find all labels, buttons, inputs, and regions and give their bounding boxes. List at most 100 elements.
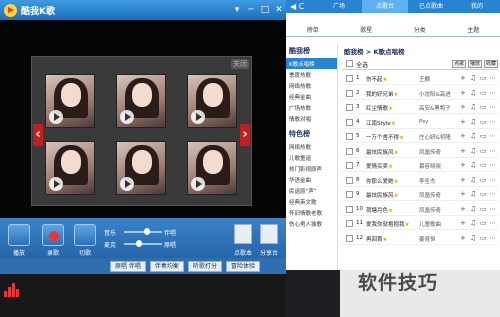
sidebar-item[interactable]: 伤心男人独歌 [286, 218, 337, 229]
add-icon[interactable]: + [460, 74, 466, 82]
headphone-icon[interactable]: ♫ [470, 234, 476, 242]
more-icon[interactable]: ⋯ [489, 132, 496, 140]
add-icon[interactable]: + [460, 132, 466, 140]
tab-song-request[interactable]: 点歌台 [362, 0, 408, 13]
mv-icon[interactable]: ▭ [480, 132, 487, 140]
chevron-right-icon[interactable]: › [240, 124, 250, 146]
mic-volume[interactable]: 麦克 原唱 [104, 240, 200, 249]
row-checkbox[interactable] [346, 234, 353, 242]
add-icon[interactable]: + [460, 234, 466, 242]
table-row[interactable]: 5 一万个舍不得★ 庄心妍&祁隆 + ♫ ▭ ⋯ [342, 130, 498, 143]
mv-icon[interactable]: ▭ [480, 103, 487, 111]
share-button[interactable] [260, 224, 278, 244]
singer-thumbnail[interactable] [187, 74, 237, 128]
more-icon[interactable]: ⋯ [489, 234, 496, 242]
refresh-icon[interactable]: C [299, 2, 305, 11]
song-title[interactable]: 爱我你就抱抱我★ [366, 220, 414, 228]
add-icon[interactable]: + [460, 89, 466, 97]
headphone-icon[interactable]: ♫ [470, 219, 476, 227]
singer-name[interactable]: 李圣杰 [419, 177, 457, 185]
singer-name[interactable]: 庄心妍&祁隆 [419, 133, 457, 141]
experience-button[interactable]: 冒险体验 [225, 260, 260, 272]
song-title[interactable]: 伤不起★ [366, 75, 414, 83]
more-icon[interactable]: ⋯ [489, 103, 496, 111]
more-icon[interactable]: ⋯ [489, 205, 496, 213]
favorite-button[interactable]: 收藏 [484, 60, 498, 68]
subtab-charts[interactable]: 榜单 [286, 25, 340, 36]
sidebar-item[interactable]: 网络热歌 [286, 80, 337, 91]
mic-knob[interactable] [136, 240, 142, 247]
song-title[interactable]: 最炫民族风★ [366, 148, 414, 156]
mv-icon[interactable]: ▭ [480, 219, 487, 227]
mv-icon[interactable]: ▭ [480, 118, 487, 126]
table-row[interactable]: 8 你那么爱她★ 李圣杰 + ♫ ▭ ⋯ [342, 174, 498, 187]
record-button[interactable] [42, 224, 64, 246]
mv-icon[interactable]: ▭ [480, 161, 487, 169]
sidebar-item[interactable]: 季度热歌 [286, 69, 337, 80]
row-checkbox[interactable] [346, 118, 353, 126]
singer-name[interactable]: 慕容晓晓 [419, 162, 457, 170]
sidebar-item[interactable]: 民谣原“声” [286, 185, 337, 196]
sidebar-item[interactable]: 怀旧情歌老歌 [286, 207, 337, 218]
song-title[interactable]: 再回首★ [366, 235, 414, 243]
add-icon[interactable]: + [460, 161, 466, 169]
play-icon[interactable] [191, 177, 205, 191]
table-row[interactable]: 10 荷塘月色★ 凤凰传奇 + ♫ ▭ ⋯ [342, 203, 498, 216]
mv-icon[interactable]: ▭ [480, 205, 487, 213]
skip-button[interactable] [74, 224, 96, 246]
sidebar-item[interactable]: 华语金曲 [286, 174, 337, 185]
play-button[interactable] [8, 224, 30, 246]
headphone-icon[interactable]: ♫ [470, 205, 476, 213]
table-row[interactable]: 1 伤不起★ 王麟 + ♫ ▭ ⋯ [342, 72, 498, 85]
more-icon[interactable]: ⋯ [489, 89, 496, 97]
table-row[interactable]: 7 爱情买卖★ 慕容晓晓 + ♫ ▭ ⋯ [342, 159, 498, 172]
tab-mine[interactable]: 我的 [454, 0, 500, 13]
add-icon[interactable]: + [460, 205, 466, 213]
lyrics-book-button[interactable] [234, 224, 252, 244]
request-button[interactable]: 点歌 [452, 60, 466, 68]
row-checkbox[interactable] [346, 162, 353, 169]
minimize-icon[interactable]: ─ [244, 3, 258, 17]
play-icon[interactable] [49, 110, 63, 124]
mv-icon[interactable]: ▭ [480, 176, 487, 184]
table-row[interactable]: 12 再回首★ 姜育恒 + ♫ ▭ ⋯ [342, 232, 498, 245]
singer-name[interactable]: 儿童歌曲 [419, 220, 457, 228]
song-title[interactable]: 我的好兄弟★ [366, 90, 414, 98]
play-icon[interactable] [191, 110, 205, 124]
row-checkbox[interactable] [346, 191, 353, 198]
vocal-toggle-button[interactable]: 原唱 伴唱 [110, 260, 146, 272]
song-title[interactable]: 爱情买卖★ [366, 162, 414, 170]
row-checkbox[interactable] [346, 176, 353, 184]
close-icon[interactable]: ✕ [272, 3, 286, 17]
more-icon[interactable]: ⋯ [489, 219, 496, 227]
singer-name[interactable]: 凤凰传奇 [419, 206, 457, 214]
play-icon[interactable] [120, 110, 134, 124]
add-icon[interactable]: + [460, 118, 466, 126]
subtab-categories[interactable]: 分类 [393, 25, 447, 36]
subtab-singers[interactable]: 歌星 [340, 25, 394, 36]
add-icon[interactable]: + [460, 219, 466, 227]
singer-name[interactable]: 高安&黑鸭子 [419, 104, 457, 112]
headphone-icon[interactable]: ♫ [470, 176, 476, 184]
mv-icon[interactable]: ▭ [480, 147, 487, 155]
more-icon[interactable]: ⋯ [489, 118, 496, 126]
singer-thumbnail[interactable] [45, 141, 95, 195]
row-checkbox[interactable] [346, 220, 353, 227]
singer-name[interactable]: 凤凰传奇 [419, 191, 457, 199]
select-all-checkbox[interactable] [346, 60, 353, 67]
score-button[interactable]: 听歌打分 [187, 260, 222, 272]
table-row[interactable]: 11 爱我你就抱抱我★ 儿童歌曲 + ♫ ▭ ⋯ [342, 217, 498, 230]
singer-name[interactable]: Psy [419, 119, 457, 125]
play-all-button[interactable]: 播放 [468, 60, 482, 68]
sidebar-item[interactable]: K歌点唱榜 [286, 58, 337, 69]
singer-thumbnail[interactable] [116, 74, 166, 128]
sidebar-item[interactable]: 热门影视原声 [286, 163, 337, 174]
more-icon[interactable]: ⋯ [489, 161, 496, 169]
headphone-icon[interactable]: ♫ [470, 118, 476, 126]
sidebar-item[interactable]: 经典英文歌 [286, 196, 337, 207]
singer-name[interactable]: 凤凰传奇 [419, 148, 457, 156]
row-checkbox[interactable] [346, 133, 353, 140]
maximize-icon[interactable]: □ [258, 3, 272, 17]
subtab-themes[interactable]: 主题 [447, 25, 500, 36]
headphone-icon[interactable]: ♫ [470, 147, 476, 155]
